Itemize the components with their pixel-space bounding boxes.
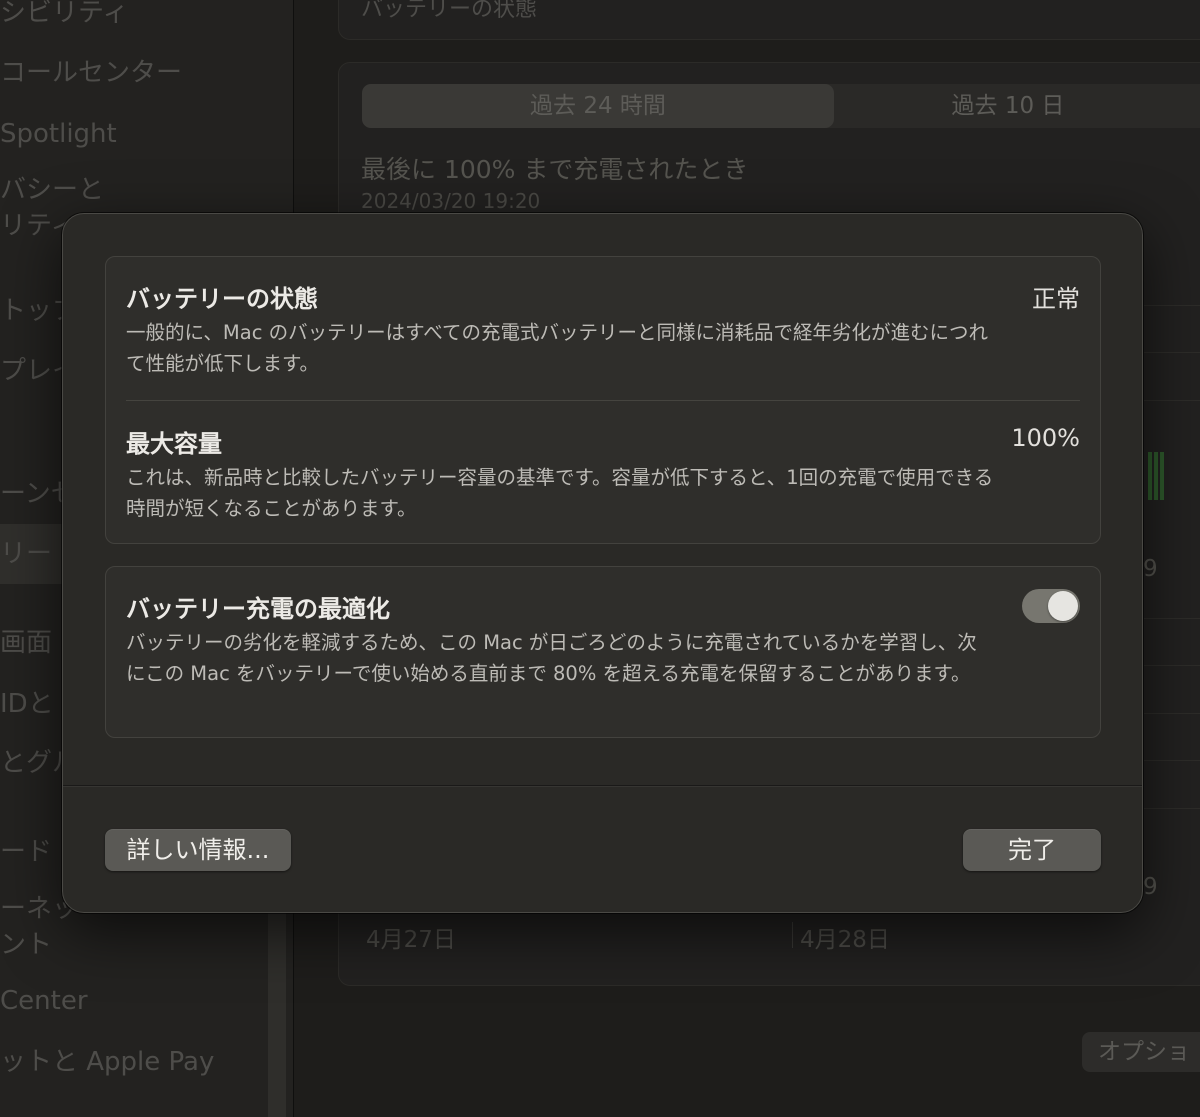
maximum-capacity-description: これは、新品時と比較したバッテリー容量の基準です。容量が低下すると、1回の充電で… [126, 466, 994, 520]
segment-last-10-days[interactable]: 過去 10 日 [834, 84, 1200, 128]
sidebar-item-wallet-apple-pay[interactable]: ットと Apple Pay [0, 1047, 214, 1078]
chart-date-separator [792, 922, 793, 948]
last-full-charge-label: 最後に 100% まで充電されたとき [361, 155, 749, 184]
sidebar-item-battery[interactable]: リー [0, 539, 52, 570]
battery-condition-row: バッテリーの状態 正常 一般的に、Mac のバッテリーはすべての充電式バッテリー… [126, 279, 1080, 399]
sidebar-item-lock-screen[interactable]: 画面 [0, 628, 52, 659]
sidebar-item-password[interactable]: ード [0, 837, 52, 868]
sidebar-scrollbar[interactable] [268, 905, 286, 1117]
sidebar-item-spotlight[interactable]: Spotlight [0, 119, 117, 150]
more-info-button[interactable]: 詳しい情報... [105, 829, 291, 871]
chart-date-label-2: 4月28日 [800, 927, 890, 953]
maximum-capacity-row: 最大容量 100% これは、新品時と比較したバッテリー容量の基準です。容量が低下… [126, 424, 1080, 534]
last-full-charge-timestamp: 2024/03/20 19:20 [361, 189, 541, 213]
sidebar-item-accessibility[interactable]: シビリティ [0, 0, 128, 29]
maximum-capacity-title: 最大容量 [126, 430, 222, 458]
optimized-charging-description: バッテリーの劣化を軽減するため、この Mac が日ごろどのように充電されているか… [126, 631, 977, 685]
maximum-capacity-value: 100% [1011, 424, 1080, 452]
battery-condition-value: 正常 [1032, 285, 1080, 313]
battery-health-sheet: バッテリーの状態 正常 一般的に、Mac のバッテリーはすべての充電式バッテリー… [62, 213, 1143, 913]
optimized-charging-toggle[interactable] [1022, 589, 1080, 623]
chart-tick-label-lower: 9 [1143, 874, 1158, 900]
sidebar-item-internet-accounts-line2[interactable]: ント [0, 930, 52, 961]
optimized-charging-title: バッテリー充電の最適化 [126, 595, 390, 623]
chart-tick-label-upper: 9 [1143, 556, 1158, 582]
sidebar-item-control-center[interactable]: コールセンター [0, 58, 182, 89]
done-button[interactable]: 完了 [963, 829, 1101, 871]
chart-date-label-1: 4月27日 [366, 927, 456, 953]
battery-condition-title: バッテリーの状態 [126, 285, 318, 313]
background-chart-charge-bars [1148, 452, 1164, 500]
options-button[interactable]: オプショ [1082, 1032, 1200, 1072]
battery-condition-description: 一般的に、Mac のバッテリーはすべての充電式バッテリーと同様に消耗品で経年劣化… [126, 321, 988, 375]
segment-last-24-hours[interactable]: 過去 24 時間 [362, 84, 834, 128]
battery-info-group: バッテリーの状態 正常 一般的に、Mac のバッテリーはすべての充電式バッテリー… [105, 256, 1101, 544]
toggle-knob [1048, 591, 1078, 621]
optimized-charging-group: バッテリー充電の最適化 バッテリーの劣化を軽減するため、この Mac が日ごろど… [105, 566, 1101, 738]
sidebar-item-privacy-line1[interactable]: バシーと [0, 175, 104, 206]
background-battery-health-card: バッテリーの状態 [338, 0, 1200, 40]
background-battery-health-label: バッテリーの状態 [361, 0, 538, 22]
footer-separator-highlight [63, 786, 1142, 787]
group-divider [126, 400, 1080, 401]
sidebar-item-game-center[interactable]: Center [0, 986, 88, 1017]
optimized-charging-row: バッテリー充電の最適化 バッテリーの劣化を軽減するため、この Mac が日ごろど… [126, 589, 1080, 729]
sidebar-item-touch-id[interactable]: IDと [0, 689, 54, 720]
period-segmented-control: 過去 24 時間 過去 10 日 [362, 84, 1200, 128]
